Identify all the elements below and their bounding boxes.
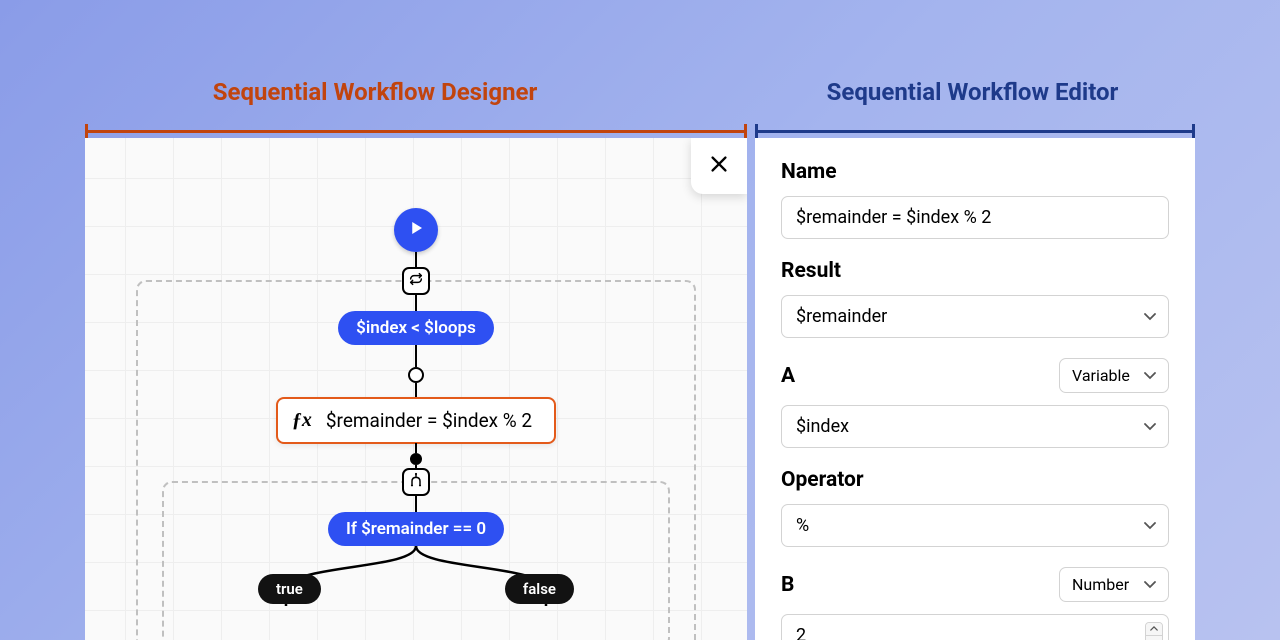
designer-canvas[interactable]: $index < $loops ƒx $remainder = $index %… xyxy=(85,138,747,640)
designer-divider xyxy=(85,124,747,138)
branch-icon xyxy=(408,472,424,492)
editor-title: Sequential Workflow Editor xyxy=(750,78,1280,106)
step-down-button[interactable] xyxy=(1146,636,1162,640)
loop-icon-node[interactable] xyxy=(402,267,430,295)
start-node[interactable] xyxy=(394,208,438,252)
loop-condition-pill[interactable]: $index < $loops xyxy=(338,311,494,345)
step-up-button[interactable] xyxy=(1146,623,1162,637)
branch-split: true false xyxy=(226,546,606,606)
result-label: Result xyxy=(781,259,1169,283)
operator-select[interactable]: % xyxy=(781,504,1169,547)
play-icon xyxy=(407,219,425,241)
a-value-select[interactable]: $index xyxy=(781,405,1169,448)
join-fill xyxy=(410,453,422,465)
close-panel-button[interactable] xyxy=(691,138,747,194)
branch-true-pill[interactable]: true xyxy=(258,574,321,604)
expression-step-selected[interactable]: ƒx $remainder = $index % 2 xyxy=(276,397,556,444)
expression-label: $remainder = $index % 2 xyxy=(326,409,532,432)
loop-icon xyxy=(408,271,424,291)
b-label: B xyxy=(781,573,794,597)
designer-title: Sequential Workflow Designer xyxy=(0,78,750,106)
b-type-select[interactable]: Number xyxy=(1059,567,1169,602)
number-stepper[interactable] xyxy=(1145,622,1163,640)
branch-icon-node[interactable] xyxy=(402,468,430,496)
fx-icon: ƒx xyxy=(292,409,312,432)
if-container[interactable]: If $remainder == 0 true false xyxy=(162,481,670,640)
name-input[interactable] xyxy=(781,196,1169,239)
a-label: A xyxy=(781,364,795,388)
join-open xyxy=(408,367,424,383)
result-select[interactable]: $remainder xyxy=(781,295,1169,338)
connector xyxy=(415,383,418,397)
connector xyxy=(415,345,418,367)
a-type-select[interactable]: Variable xyxy=(1059,358,1169,393)
loop-container[interactable]: $index < $loops ƒx $remainder = $index %… xyxy=(136,280,696,640)
b-value-input[interactable] xyxy=(781,614,1169,640)
name-label: Name xyxy=(781,160,1169,184)
branch-false-pill[interactable]: false xyxy=(505,574,574,604)
close-icon xyxy=(708,153,730,179)
connector xyxy=(415,295,418,311)
operator-label: Operator xyxy=(781,468,1169,492)
if-condition-pill[interactable]: If $remainder == 0 xyxy=(328,512,504,546)
connector xyxy=(415,443,418,453)
editor-divider xyxy=(755,124,1195,138)
editor-panel: Name Result $remainder A Variable $index xyxy=(755,138,1195,640)
connector xyxy=(415,496,418,512)
